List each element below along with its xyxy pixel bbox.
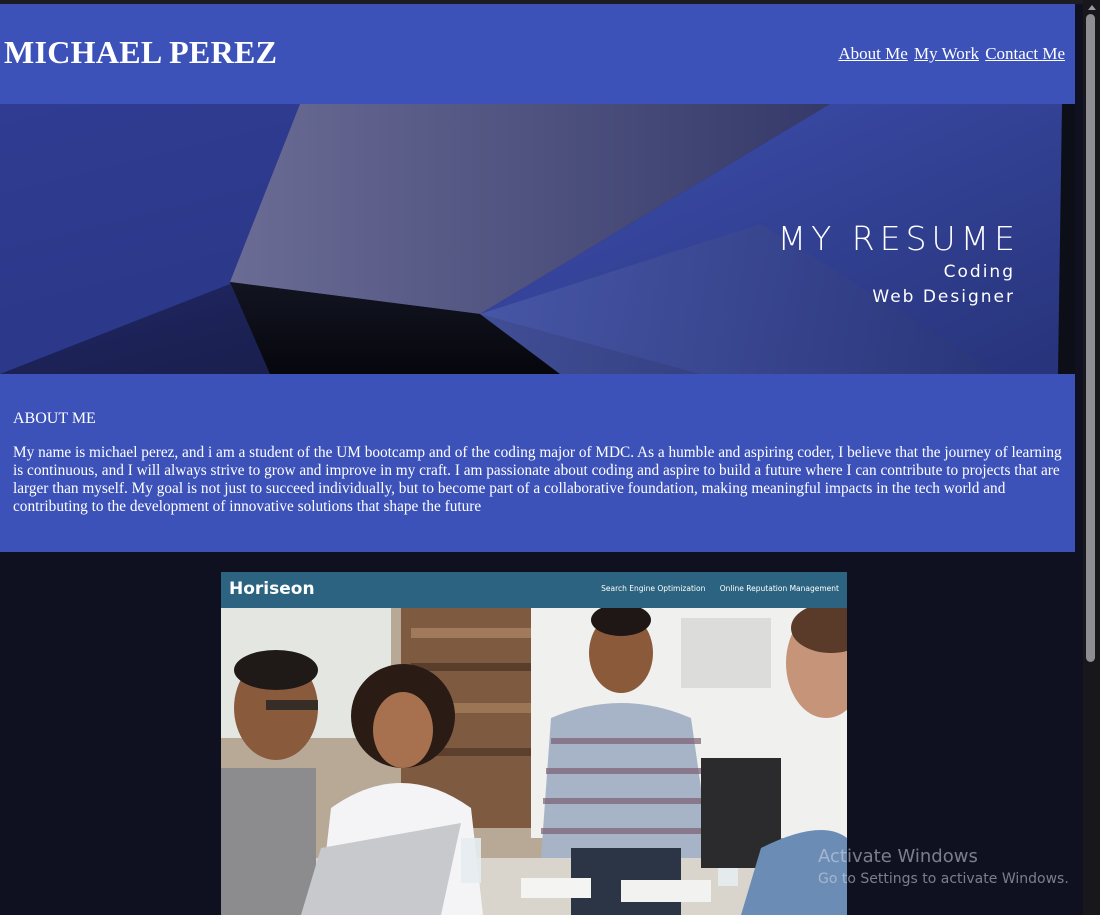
project-brand: Horiseon xyxy=(229,579,315,599)
main-nav: About Me My Work Contact Me xyxy=(836,44,1065,64)
scroll-up-arrow-icon[interactable] xyxy=(1088,5,1096,10)
project-screenshot-header: Horiseon Search Engine Optimization Onli… xyxy=(221,572,847,608)
project-card-horiseon[interactable]: Horiseon Search Engine Optimization Onli… xyxy=(221,572,847,915)
site-name: MICHAEL PEREZ xyxy=(4,34,278,70)
hero-subtitle-web-designer: Web Designer xyxy=(872,287,1015,307)
hero-banner: MY RESUME Coding Web Designer xyxy=(0,104,1075,374)
activate-windows-watermark: Activate Windows Go to Settings to activ… xyxy=(818,846,1069,887)
watermark-title: Activate Windows xyxy=(818,846,978,867)
project-link-seo: Search Engine Optimization xyxy=(601,584,706,593)
about-heading: ABOUT ME xyxy=(13,410,96,427)
page: MICHAEL PEREZ About Me My Work Contact M… xyxy=(0,4,1075,915)
about-paragraph: My name is michael perez, and i am a stu… xyxy=(13,444,1062,515)
hero-title: MY RESUME xyxy=(777,219,1020,258)
nav-link-my-work[interactable]: My Work xyxy=(914,44,979,63)
about-section: ABOUT ME My name is michael perez, and i… xyxy=(0,374,1075,552)
hero-subtitle-coding: Coding xyxy=(943,262,1015,282)
scrollbar-thumb[interactable] xyxy=(1086,14,1095,662)
site-header: MICHAEL PEREZ About Me My Work Contact M… xyxy=(0,4,1075,104)
project-photo xyxy=(221,608,847,915)
project-nav-links: Search Engine Optimization Online Reputa… xyxy=(589,584,839,593)
project-link-orm: Online Reputation Management xyxy=(719,584,839,593)
nav-link-contact-me[interactable]: Contact Me xyxy=(985,44,1065,63)
vertical-scrollbar[interactable] xyxy=(1083,0,1100,915)
nav-link-about-me[interactable]: About Me xyxy=(838,44,907,63)
watermark-subtitle: Go to Settings to activate Windows. xyxy=(818,871,1069,887)
